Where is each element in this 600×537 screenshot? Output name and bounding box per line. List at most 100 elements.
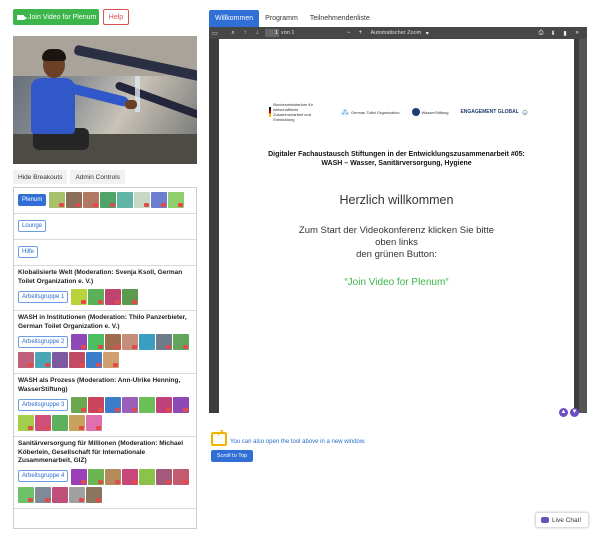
print-icon[interactable]: ⎙ [535, 30, 547, 37]
search-icon[interactable]: ⌕ [227, 30, 239, 37]
partner-logos: Bundesministerium für wirtschaftliche Zu… [269, 101, 529, 123]
room-join-button[interactable]: Arbeitsgruppe 3 [18, 398, 69, 411]
participant-avatar[interactable] [151, 192, 168, 209]
live-chat-label: Live Chat! [552, 516, 582, 524]
next-page-icon[interactable]: ↓ [251, 30, 263, 36]
participant-avatar[interactable] [139, 397, 156, 414]
chevron-down-icon: ▾ [425, 30, 429, 37]
scroll-to-top-button[interactable]: Scroll to Top [211, 450, 253, 462]
breakout-room: WASH als Prozess (Moderation: Ann-Ulrike… [14, 374, 196, 437]
tab-willkommen[interactable]: Willkommen [209, 10, 260, 27]
participant-avatar[interactable] [122, 468, 139, 485]
participant-avatar[interactable] [83, 192, 100, 209]
participant-avatar[interactable] [173, 334, 190, 351]
room-join-button[interactable]: Arbeitsgruppe 1 [18, 290, 69, 303]
participant-avatar[interactable] [122, 397, 139, 414]
room-join-button[interactable]: Hilfe [18, 245, 39, 258]
participant-avatar[interactable] [139, 334, 156, 351]
zoom-in-icon[interactable]: + [354, 30, 366, 36]
tab-hide-breakouts[interactable]: Hide Breakouts [13, 170, 68, 184]
arrow-up-icon[interactable]: ▲ [559, 408, 568, 417]
participant-avatar[interactable] [69, 352, 85, 369]
participant-avatar[interactable] [71, 289, 88, 306]
participant-avatar[interactable] [71, 397, 88, 414]
participant-avatar[interactable] [52, 486, 68, 503]
page-count: von 1 [281, 30, 295, 36]
participant-avatar[interactable] [52, 415, 68, 432]
room-join-button[interactable]: Lounge [18, 219, 47, 232]
participant-avatar[interactable] [103, 352, 119, 369]
room-join-button[interactable]: Arbeitsgruppe 4 [18, 470, 69, 483]
logo-gto: ⁂ German Toilet Organization [340, 107, 400, 117]
live-chat-button[interactable]: Live Chat! [535, 512, 589, 528]
tab-programm[interactable]: Programm [259, 10, 304, 27]
document-title: Digitaler Fachaustausch Stiftungen in de… [268, 151, 525, 167]
participant-avatar[interactable] [156, 468, 173, 485]
participant-avatar[interactable] [69, 486, 85, 503]
participant-avatar[interactable] [105, 334, 122, 351]
room-join-button[interactable]: Plenum [18, 193, 47, 206]
room-join-button[interactable]: Arbeitsgruppe 2 [18, 335, 69, 348]
participant-avatar[interactable] [173, 397, 190, 414]
join-video-label: Join Video for Plenum [28, 13, 97, 21]
flag-icon [269, 107, 272, 117]
open-new-window-link[interactable]: You can also open the tool above in a ne… [230, 439, 366, 445]
zoom-out-icon[interactable]: − [342, 30, 354, 36]
open-new-window[interactable]: You can also open the tool above in a ne… [211, 428, 366, 446]
participant-avatar[interactable] [52, 352, 68, 369]
zoom-select[interactable]: Automatischer Zoom [370, 30, 421, 36]
participant-avatar[interactable] [122, 334, 139, 351]
participant-avatar[interactable] [88, 334, 105, 351]
participant-avatar[interactable] [49, 192, 66, 209]
participant-avatar[interactable] [122, 289, 139, 306]
participant-avatar[interactable] [173, 468, 190, 485]
participant-avatar[interactable] [105, 289, 122, 306]
participant-avatar[interactable] [69, 415, 85, 432]
participant-avatar[interactable] [156, 397, 173, 414]
participant-avatar[interactable] [88, 289, 105, 306]
download-icon[interactable]: ⬇ [547, 30, 559, 37]
pdf-toolbar: ▭ ⌕ ↑ ↓ 1 von 1 − + Automatischer Zoom ▾… [209, 27, 587, 39]
participant-avatar[interactable] [35, 415, 51, 432]
participant-avatar[interactable] [18, 352, 34, 369]
tab-admin-controls[interactable]: Admin Controls [70, 170, 125, 184]
participant-avatar[interactable] [88, 397, 105, 414]
participant-avatar[interactable] [100, 192, 117, 209]
room-title: Klobalisierte Welt (Moderation: Svenja K… [18, 269, 183, 285]
help-button[interactable]: Help [103, 9, 129, 25]
join-video-button[interactable]: Join Video for Plenum [13, 9, 99, 25]
participant-avatar[interactable] [35, 486, 51, 503]
join-video-hint: “Join Video for Plenum“ [344, 277, 449, 288]
arrow-down-icon[interactable]: ▼ [570, 408, 579, 417]
sidebar-toggle-icon[interactable]: ▭ [209, 30, 221, 37]
participant-avatar[interactable] [18, 415, 34, 432]
breakout-room: Plenum [14, 188, 196, 214]
breakout-room: Lounge [14, 214, 196, 240]
participant-avatar[interactable] [139, 468, 156, 485]
page-number-input[interactable]: 1 [265, 29, 279, 37]
participant-avatar[interactable] [86, 486, 102, 503]
participant-avatar[interactable] [86, 415, 102, 432]
external-link-icon[interactable] [211, 428, 227, 446]
pdf-scrollbar[interactable] [579, 39, 587, 413]
participant-avatar[interactable] [105, 397, 122, 414]
camera-icon [17, 14, 27, 20]
participant-avatar[interactable] [66, 192, 83, 209]
breakout-room: Hilfe [14, 240, 196, 266]
participant-avatar[interactable] [35, 352, 51, 369]
participant-avatar[interactable] [105, 468, 122, 485]
participant-avatar[interactable] [18, 486, 34, 503]
participant-avatar[interactable] [117, 192, 134, 209]
tools-menu-icon[interactable]: » [571, 30, 583, 36]
previous-page-icon[interactable]: ↑ [239, 30, 251, 36]
participant-avatar[interactable] [88, 468, 105, 485]
participant-avatar[interactable] [156, 334, 173, 351]
participant-avatar[interactable] [168, 192, 185, 209]
bookmark-icon[interactable]: ▮ [559, 30, 571, 37]
participant-avatar[interactable] [134, 192, 151, 209]
participant-avatar[interactable] [71, 334, 88, 351]
room-title: Sanitärversorgung für Millionen (Moderat… [18, 440, 184, 464]
tab-teilnehmendenliste[interactable]: Teilnehmendenliste [304, 10, 376, 27]
participant-avatar[interactable] [86, 352, 102, 369]
participant-avatar[interactable] [71, 468, 88, 485]
